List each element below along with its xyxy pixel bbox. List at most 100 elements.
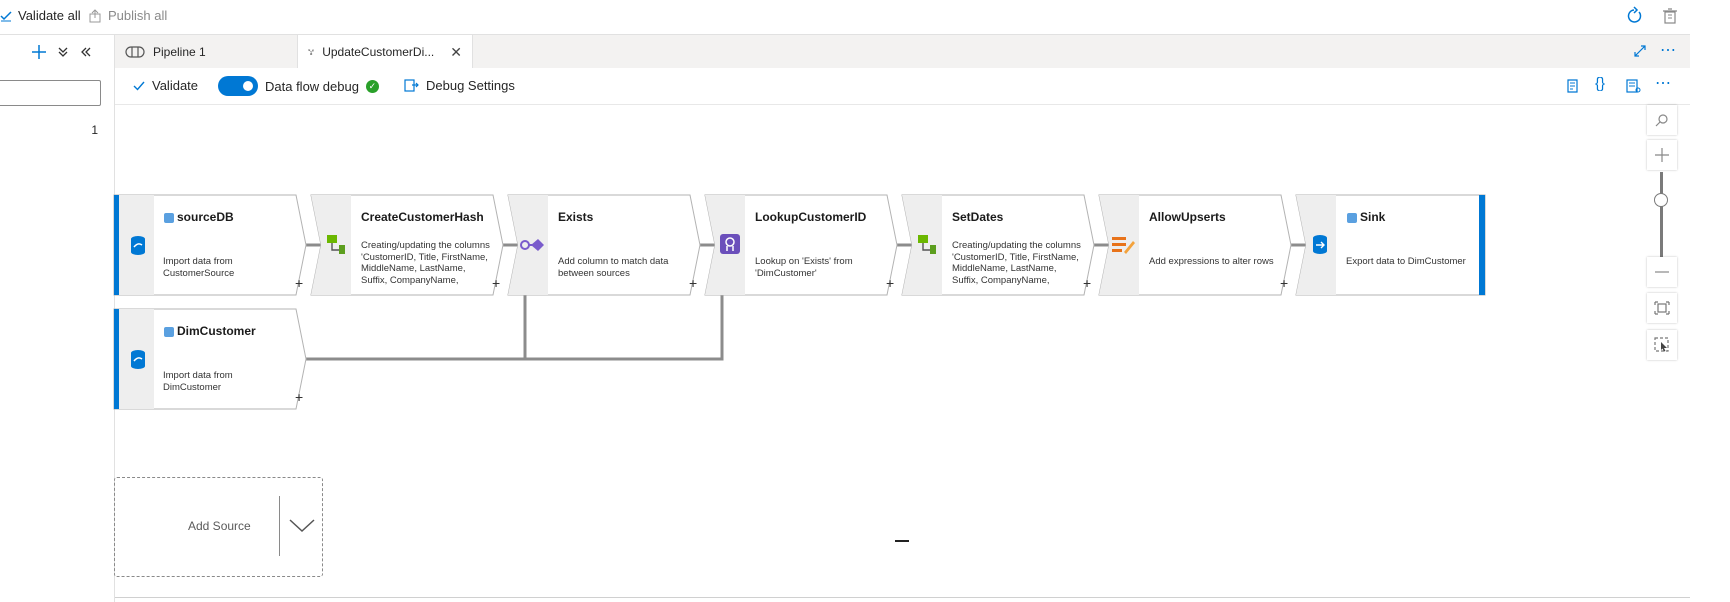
minus-icon <box>1655 271 1669 273</box>
search-canvas-button[interactable] <box>1647 105 1677 135</box>
source-small-icon <box>164 327 174 337</box>
derived-column-icon <box>327 235 345 254</box>
fit-screen-icon <box>1654 301 1670 315</box>
dataflow-canvas[interactable]: sourceDB Import data from CustomerSource… <box>113 105 1690 597</box>
node-sink[interactable]: Sink Export data to DimCustomer <box>1295 194 1492 296</box>
tab-label: Pipeline 1 <box>153 44 206 59</box>
tab-bar: Pipeline 1 UpdateCustomerDi... ✕ ⋯ <box>115 35 1690 69</box>
debug-status-icon: ✓ <box>365 79 379 93</box>
checkmark-icon <box>133 81 145 91</box>
debug-settings-label: Debug Settings <box>426 78 515 93</box>
add-transformation-icon[interactable]: + <box>689 275 697 291</box>
debug-settings-icon <box>404 79 419 92</box>
tab-label: UpdateCustomerDi... <box>322 45 435 59</box>
chevron-down-icon[interactable] <box>288 517 316 533</box>
node-title: Exists <box>558 210 594 224</box>
derived-column-icon <box>918 235 936 254</box>
node-description: Add column to match data between sources <box>558 256 669 279</box>
node-dimcustomer[interactable]: DimCustomer Import data from DimCustomer <box>113 308 310 410</box>
dataflow-toolbar: Validate Data flow debug ✓ Debug Setting… <box>115 68 1690 105</box>
validate-all-button[interactable]: Validate all <box>0 8 81 23</box>
validate-all-icon <box>0 10 12 21</box>
resource-count: 1 <box>91 123 98 137</box>
script-icon[interactable] <box>1565 78 1581 94</box>
node-description: Creating/updating the columns 'CustomerI… <box>952 240 1081 286</box>
maximize-icon[interactable] <box>1633 44 1647 58</box>
source-database-icon <box>131 350 145 369</box>
connector-lines <box>301 243 1308 361</box>
add-transformation-icon[interactable]: + <box>295 275 303 291</box>
canvas-bottom-border <box>115 597 1690 598</box>
debug-settings-button[interactable]: Debug Settings <box>403 78 515 93</box>
code-icon[interactable]: {} <box>1595 75 1605 92</box>
validate-all-label: Validate all <box>18 8 81 23</box>
node-description: Lookup on 'Exists' from 'DimCustomer' <box>755 256 853 279</box>
data-flow-debug-label: Data flow debug <box>265 78 359 94</box>
fit-to-screen-button[interactable] <box>1647 293 1677 323</box>
node-sourcedb[interactable]: sourceDB Import data from CustomerSource <box>113 194 310 296</box>
add-source-label: Add Source <box>188 519 251 533</box>
tab-updatecustomerdimension[interactable]: UpdateCustomerDi... ✕ <box>297 35 473 69</box>
add-transformation-icon[interactable]: + <box>1083 275 1091 291</box>
node-allowupserts[interactable]: AllowUpserts Add expressions to alter ro… <box>1098 194 1295 296</box>
node-title: sourceDB <box>177 210 234 224</box>
node-title: CreateCustomerHash <box>361 210 484 224</box>
pipeline-icon <box>125 45 145 58</box>
discard-icon[interactable] <box>1660 6 1680 26</box>
validate-button[interactable]: Validate <box>133 78 198 93</box>
refresh-icon[interactable] <box>1624 6 1644 26</box>
add-transformation-icon[interactable]: + <box>886 275 894 291</box>
publish-all-button[interactable]: Publish all <box>88 8 167 23</box>
publish-all-label: Publish all <box>108 8 168 23</box>
zoom-out-button[interactable] <box>1647 257 1677 287</box>
search-icon <box>1655 114 1668 127</box>
node-title: LookupCustomerID <box>755 210 867 224</box>
source-small-icon <box>164 213 174 223</box>
select-mode-button[interactable] <box>1647 330 1677 360</box>
zoom-in-button[interactable] <box>1647 140 1677 170</box>
add-resource-icon[interactable] <box>31 44 47 60</box>
close-tab-icon[interactable]: ✕ <box>450 44 462 61</box>
node-exists[interactable]: Exists Add column to match data between … <box>507 194 704 296</box>
node-setdates[interactable]: SetDates Creating/updating the columns '… <box>901 194 1098 296</box>
more-options-icon[interactable]: ⋯ <box>1660 40 1677 60</box>
sink-database-icon <box>1313 235 1327 254</box>
source-database-icon <box>131 236 145 255</box>
add-source-box[interactable]: Add Source <box>114 477 323 577</box>
dataflow-icon <box>308 49 315 55</box>
plus-icon <box>1655 148 1669 162</box>
node-title: Sink <box>1360 210 1386 224</box>
node-lookupcustomerid[interactable]: LookupCustomerID Lookup on 'Exists' from… <box>704 194 901 296</box>
node-title: AllowUpserts <box>1149 210 1226 224</box>
exists-icon <box>520 239 544 251</box>
data-flow-debug-toggle[interactable]: Data flow debug ✓ <box>218 76 379 96</box>
node-description: Add expressions to alter rows <box>1149 256 1274 267</box>
lookup-icon <box>720 234 740 254</box>
search-input[interactable] <box>0 80 101 106</box>
publish-icon <box>89 8 101 22</box>
pointer-select-icon <box>1654 337 1669 352</box>
node-createcustomerhash[interactable]: CreateCustomerHash Creating/updating the… <box>310 194 507 296</box>
add-transformation-icon[interactable]: + <box>295 389 303 405</box>
add-source-divider <box>279 496 280 556</box>
expand-all-icon[interactable] <box>57 46 69 58</box>
validate-label: Validate <box>152 78 199 93</box>
collapse-panel-icon[interactable] <box>80 46 92 58</box>
node-description: Import data from CustomerSource <box>163 256 235 279</box>
zoom-slider-thumb[interactable] <box>1654 193 1668 207</box>
add-transformation-icon[interactable]: + <box>492 275 500 291</box>
resize-handle[interactable] <box>895 540 909 542</box>
sink-small-icon <box>1347 213 1357 223</box>
node-description: Import data from DimCustomer <box>163 370 233 393</box>
df-more-options-icon[interactable]: ⋯ <box>1655 73 1671 93</box>
node-title: SetDates <box>952 210 1004 224</box>
node-title: DimCustomer <box>177 324 256 338</box>
debug-toggle-switch[interactable] <box>218 76 258 96</box>
top-toolbar: Validate all Publish all <box>0 0 1690 35</box>
node-description: Creating/updating the columns 'CustomerI… <box>361 240 490 286</box>
tab-pipeline-1[interactable]: Pipeline 1 <box>115 35 297 68</box>
alter-row-icon <box>1112 237 1135 254</box>
properties-icon[interactable] <box>1625 78 1641 94</box>
add-transformation-icon[interactable]: + <box>1280 275 1288 291</box>
node-description: Export data to DimCustomer <box>1346 256 1466 267</box>
